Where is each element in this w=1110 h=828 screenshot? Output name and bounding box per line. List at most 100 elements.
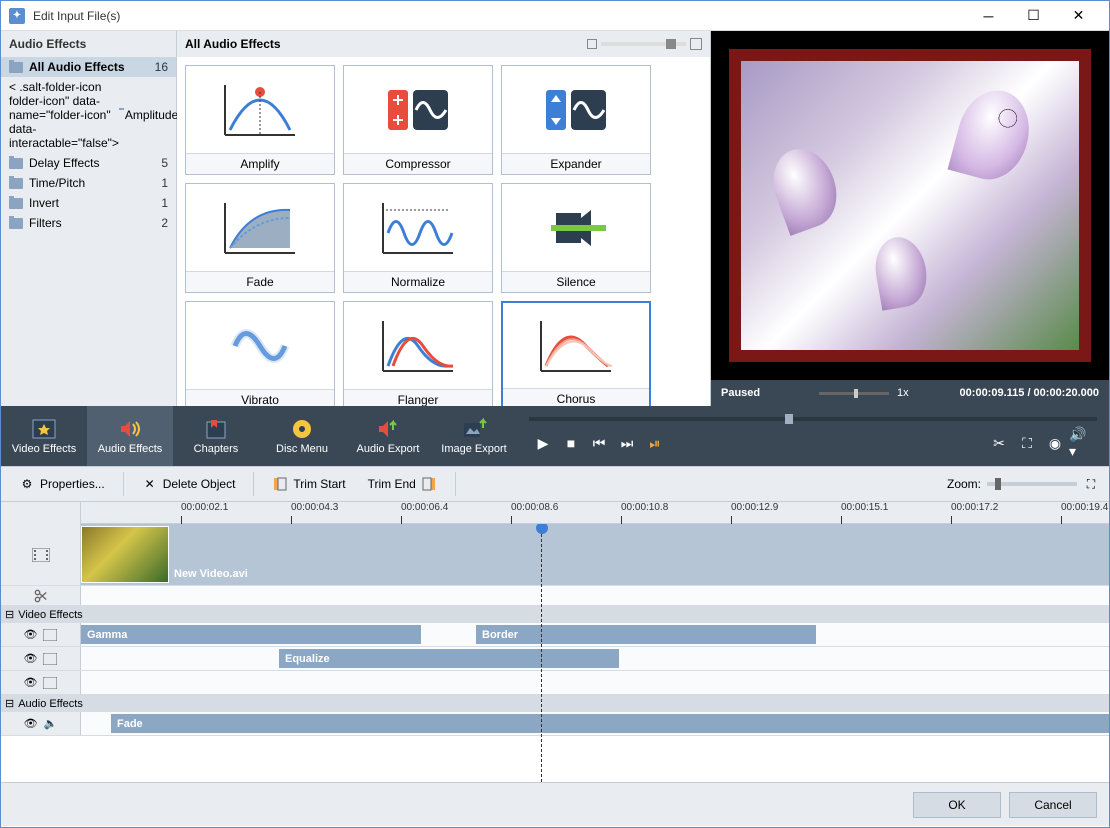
thumbnail-size-control[interactable]: [587, 38, 702, 50]
clip-equalize[interactable]: Equalize: [279, 649, 619, 668]
clip-gamma[interactable]: Gamma: [81, 625, 421, 644]
timeline-ruler[interactable]: 00:00:02.1 00:00:04.3 00:00:06.4 00:00:0…: [81, 502, 1109, 524]
snapshot-button[interactable]: ◉: [1041, 431, 1069, 455]
video-track-head[interactable]: [1, 524, 81, 585]
sidebar-item-delay-effects[interactable]: Delay Effects 5: [1, 153, 176, 173]
trim-end-button[interactable]: Trim End: [360, 472, 445, 496]
folder-icon: [9, 178, 23, 189]
effect-normalize[interactable]: Normalize: [343, 183, 493, 293]
speaker-icon: 🔈: [44, 717, 58, 730]
sidebar-item-time-pitch[interactable]: Time/Pitch 1: [1, 173, 176, 193]
video-effect-track-2: 👁 Equalize: [1, 647, 1109, 671]
image-export-icon: [460, 417, 488, 441]
time-display: 00:00:09.115 / 00:00:20.000: [960, 387, 1099, 399]
scissors-track-head[interactable]: [1, 586, 81, 605]
effects-header-title: All Audio Effects: [185, 37, 587, 51]
trim-start-button[interactable]: Trim Start: [264, 472, 353, 496]
audio-effect-track-1: 👁 🔈 Fade: [1, 712, 1109, 736]
audio-export-icon: [374, 417, 402, 441]
track-head[interactable]: 👁: [1, 623, 81, 646]
sidebar-item-amplitude[interactable]: < .salt-folder-icon folder-icon" data-na…: [1, 77, 176, 153]
play-button[interactable]: ▶: [529, 431, 557, 455]
cut-button[interactable]: ✂: [985, 431, 1013, 455]
playback-controls: ▶ ■ ⏮ ⏭ ⏯ ✂ ⛶ ◉ 🔊 ▾: [517, 406, 1109, 466]
titlebar: ✦ Edit Input File(s) ─ ☐ ✕: [1, 1, 1109, 31]
category-bar: Video Effects Audio Effects Chapters Dis…: [1, 406, 1109, 466]
effect-compressor[interactable]: Compressor: [343, 65, 493, 175]
frame-step-button[interactable]: ⏯: [641, 431, 669, 455]
cat-disc-menu[interactable]: Disc Menu: [259, 406, 345, 466]
cat-audio-effects[interactable]: Audio Effects: [87, 406, 173, 466]
cat-video-effects[interactable]: Video Effects: [1, 406, 87, 466]
sidebar-item-all-audio-effects[interactable]: All Audio Effects 16: [1, 57, 176, 77]
clip-border[interactable]: Border: [476, 625, 816, 644]
trim-start-icon: [272, 476, 288, 492]
effects-panel: All Audio Effects Amplify Compressor Exp…: [177, 31, 711, 406]
effect-silence[interactable]: Silence: [501, 183, 651, 293]
preview-panel: Paused 1x 00:00:09.115 / 00:00:20.000: [711, 31, 1109, 406]
eye-icon[interactable]: 👁: [24, 717, 38, 730]
stop-button[interactable]: ■: [557, 431, 585, 455]
track-head[interactable]: 👁: [1, 647, 81, 670]
fullscreen-button[interactable]: ⛶: [1013, 431, 1041, 455]
effects-category-sidebar: Audio Effects All Audio Effects 16 < .sa…: [1, 31, 177, 406]
effects-grid: Amplify Compressor Expander Fade Normali…: [177, 57, 710, 406]
timeline: 00:00:02.1 00:00:04.3 00:00:06.4 00:00:0…: [1, 502, 1109, 782]
trim-end-icon: [421, 476, 437, 492]
folder-icon: [9, 218, 23, 229]
collapse-icon: ⊟: [5, 697, 14, 710]
video-clip[interactable]: New Video.avi: [81, 526, 169, 583]
effect-amplify[interactable]: Amplify: [185, 65, 335, 175]
track-head[interactable]: 👁: [1, 671, 81, 694]
minimize-button[interactable]: ─: [966, 1, 1011, 31]
film-icon: [32, 548, 50, 562]
eye-icon[interactable]: 👁: [24, 676, 38, 689]
speed-value: 1x: [897, 387, 927, 399]
speed-slider[interactable]: [819, 392, 889, 395]
effect-chorus[interactable]: Chorus: [501, 301, 651, 406]
ok-button[interactable]: OK: [913, 792, 1001, 818]
preview-video[interactable]: [711, 31, 1109, 380]
collapse-icon: ⊟: [5, 608, 14, 621]
sidebar-item-filters[interactable]: Filters 2: [1, 213, 176, 233]
playback-seek-slider[interactable]: [529, 417, 1097, 421]
footer: OK Cancel: [1, 782, 1109, 826]
track-head[interactable]: 👁 🔈: [1, 712, 81, 735]
clip-fade[interactable]: Fade: [111, 714, 1109, 733]
properties-button[interactable]: ⚙ Properties...: [11, 472, 113, 496]
prev-button[interactable]: ⏮: [585, 431, 613, 455]
effect-vibrato[interactable]: Vibrato: [185, 301, 335, 406]
zoom-fit-icon[interactable]: ⛶: [1083, 476, 1099, 492]
sidebar-item-invert[interactable]: Invert 1: [1, 193, 176, 213]
effect-fade[interactable]: Fade: [185, 183, 335, 293]
playback-status: Paused: [721, 387, 811, 399]
app-icon: ✦: [9, 8, 25, 24]
video-effects-group-header[interactable]: ⊟ Video Effects: [1, 606, 1109, 623]
eye-icon[interactable]: 👁: [24, 628, 38, 641]
audio-effects-group-header[interactable]: ⊟ Audio Effects: [1, 695, 1109, 712]
next-button[interactable]: ⏭: [613, 431, 641, 455]
delete-object-button[interactable]: ✕ Delete Object: [134, 472, 244, 496]
effect-flanger[interactable]: Flanger: [343, 301, 493, 406]
sidebar-header: Audio Effects: [1, 31, 176, 57]
film-icon: [43, 653, 57, 665]
cat-image-export[interactable]: Image Export: [431, 406, 517, 466]
volume-button[interactable]: 🔊 ▾: [1069, 431, 1097, 455]
gear-icon: ⚙: [19, 476, 35, 492]
cat-chapters[interactable]: Chapters: [173, 406, 259, 466]
close-button[interactable]: ✕: [1056, 1, 1101, 31]
video-effect-track-1: 👁 Gamma Border: [1, 623, 1109, 647]
large-thumb-icon: [690, 38, 702, 50]
maximize-button[interactable]: ☐: [1011, 1, 1056, 31]
zoom-slider[interactable]: [987, 482, 1077, 486]
small-thumb-icon: [587, 39, 597, 49]
effect-expander[interactable]: Expander: [501, 65, 651, 175]
folder-icon: [9, 198, 23, 209]
timeline-toolbar: ⚙ Properties... ✕ Delete Object Trim Sta…: [1, 466, 1109, 502]
zoom-label: Zoom:: [947, 477, 981, 491]
chapters-icon: [202, 417, 230, 441]
cancel-button[interactable]: Cancel: [1009, 792, 1097, 818]
eye-icon[interactable]: 👁: [24, 652, 38, 665]
cat-audio-export[interactable]: Audio Export: [345, 406, 431, 466]
video-effect-track-3: 👁: [1, 671, 1109, 695]
